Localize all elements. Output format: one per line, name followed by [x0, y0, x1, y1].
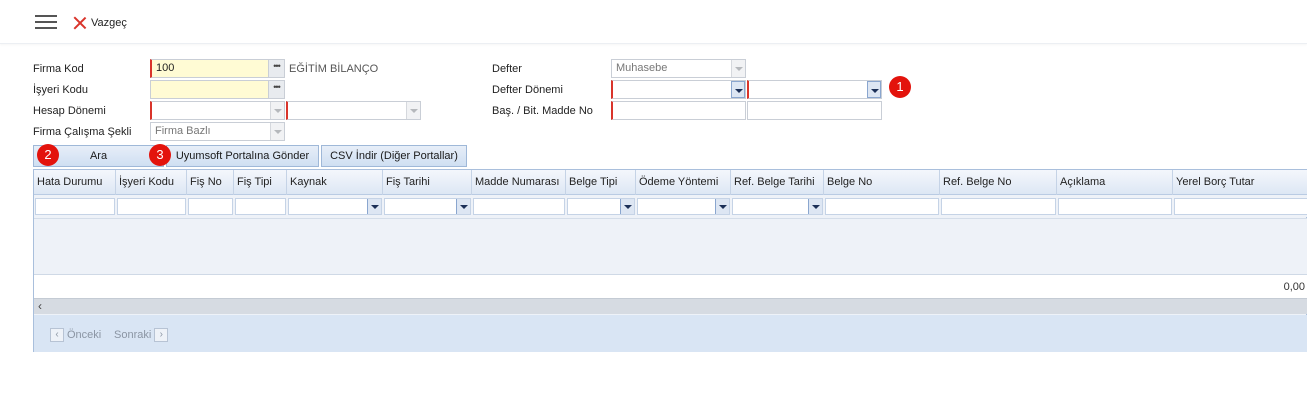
- chevron-left-icon[interactable]: ‹: [38, 299, 42, 314]
- filter-cell[interactable]: [567, 198, 635, 215]
- filter-row: [34, 195, 1307, 217]
- chevron-left-icon: ‹: [50, 327, 64, 342]
- chevron-right-icon: ›: [154, 327, 169, 342]
- bas-bit-madde-label: Baş. / Bit. Madde No: [492, 105, 593, 117]
- chevron-down-icon[interactable]: [270, 102, 284, 119]
- filter-cell[interactable]: [473, 198, 565, 215]
- filter-cell[interactable]: [825, 198, 939, 215]
- firma-kod-label: Firma Kod: [33, 63, 84, 75]
- grid-footer: 0,00: [34, 274, 1307, 298]
- column-header[interactable]: Ref. Belge No: [940, 170, 1057, 195]
- cancel-label: Vazgeç: [91, 17, 127, 29]
- column-header[interactable]: Ref. Belge Tarihi: [731, 170, 824, 195]
- calisma-sekli-label: Firma Çalışma Şekli: [33, 126, 132, 138]
- pager: ‹ Önceki Sonraki ›: [34, 315, 1307, 352]
- hesap-donemi-label: Hesap Dönemi: [33, 105, 106, 117]
- csv-button-label: CSV İndir (Diğer Portallar): [330, 150, 458, 162]
- chevron-down-icon[interactable]: [731, 60, 745, 77]
- chevron-down-icon[interactable]: [456, 199, 470, 214]
- step-badge-2: 2: [37, 144, 59, 166]
- lookup-icon[interactable]: •••: [268, 81, 284, 98]
- column-header[interactable]: İşyeri Kodu: [116, 170, 187, 195]
- isyeri-kodu-input[interactable]: •••: [150, 80, 285, 99]
- grid-header: Hata Durumu İşyeri Kodu Fiş No Fiş Tipi …: [34, 170, 1307, 195]
- cancel-button[interactable]: Vazgeç: [73, 14, 127, 32]
- filter-cell[interactable]: [235, 198, 286, 215]
- isyeri-kodu-label: İşyeri Kodu: [33, 84, 89, 96]
- bas-madde-no-input[interactable]: [611, 101, 746, 120]
- step-badge-3: 3: [149, 144, 171, 166]
- toolbar: Vazgeç: [0, 0, 1307, 44]
- chevron-down-icon[interactable]: [270, 123, 284, 140]
- menu-icon[interactable]: [35, 15, 57, 31]
- close-icon: [73, 16, 87, 30]
- filter-cell[interactable]: [117, 198, 186, 215]
- column-header[interactable]: Fiş No: [187, 170, 234, 195]
- calisma-sekli-select[interactable]: Firma Bazlı: [150, 122, 285, 141]
- filter-cell[interactable]: [941, 198, 1056, 215]
- column-header[interactable]: Ödeme Yöntemi: [636, 170, 731, 195]
- chevron-down-icon[interactable]: [715, 199, 729, 214]
- column-header[interactable]: Madde Numarası: [472, 170, 566, 195]
- defter-select[interactable]: Muhasebe: [611, 59, 746, 78]
- firma-kod-input[interactable]: 100 •••: [150, 59, 285, 78]
- hesap-donemi-start-select[interactable]: [150, 101, 285, 120]
- chevron-down-icon[interactable]: [406, 102, 420, 119]
- filter-cell[interactable]: [384, 198, 471, 215]
- horizontal-scrollbar[interactable]: ‹: [34, 298, 1307, 314]
- firma-kod-value: 100: [156, 62, 175, 74]
- uyumsoft-send-button[interactable]: Uyumsoft Portalına Gönder: [166, 145, 319, 167]
- column-header[interactable]: Hata Durumu: [34, 170, 116, 195]
- pager-prev-label: Önceki: [67, 328, 102, 341]
- calisma-sekli-value: Firma Bazlı: [155, 125, 211, 137]
- bit-madde-no-input[interactable]: [747, 101, 882, 120]
- column-header[interactable]: Kaynak: [287, 170, 383, 195]
- results-grid: Hata Durumu İşyeri Kodu Fiş No Fiş Tipi …: [33, 169, 1307, 352]
- column-header[interactable]: Belge Tipi: [566, 170, 636, 195]
- column-header[interactable]: Belge No: [824, 170, 940, 195]
- chevron-down-icon[interactable]: [867, 81, 881, 98]
- pager-next-button[interactable]: Sonraki ›: [114, 327, 169, 342]
- filter-cell[interactable]: [188, 198, 233, 215]
- chevron-down-icon[interactable]: [731, 81, 745, 98]
- filter-cell[interactable]: [288, 198, 382, 215]
- firma-name: EĞİTİM BİLANÇO: [289, 63, 379, 75]
- defter-donemi-label: Defter Dönemi: [492, 84, 563, 96]
- lookup-icon[interactable]: •••: [268, 60, 284, 77]
- hesap-donemi-end-select[interactable]: [286, 101, 421, 120]
- column-header[interactable]: Fiş Tarihi: [383, 170, 472, 195]
- filter-cell[interactable]: [637, 198, 730, 215]
- pager-next-label: Sonraki: [114, 328, 152, 341]
- defter-value: Muhasebe: [616, 62, 668, 74]
- filter-cell[interactable]: [732, 198, 823, 215]
- filter-cell[interactable]: [35, 198, 115, 215]
- footer-total: 0,00: [1283, 281, 1305, 293]
- chevron-down-icon[interactable]: [620, 199, 634, 214]
- defter-donemi-end-select[interactable]: [747, 80, 882, 99]
- column-header[interactable]: Açıklama: [1057, 170, 1173, 195]
- ara-button-label: Ara: [89, 150, 108, 162]
- chevron-down-icon[interactable]: [367, 199, 381, 214]
- defter-donemi-start-select[interactable]: [611, 80, 746, 99]
- uyumsoft-button-label: Uyumsoft Portalına Gönder: [175, 150, 310, 162]
- step-badge-1: 1: [889, 76, 911, 98]
- column-header[interactable]: Yerel Borç Tutar: [1173, 170, 1307, 195]
- filter-cell[interactable]: [1174, 198, 1307, 215]
- defter-label: Defter: [492, 63, 522, 75]
- column-header[interactable]: Fiş Tipi: [234, 170, 287, 195]
- chevron-down-icon[interactable]: [808, 199, 822, 214]
- grid-body: [34, 218, 1307, 274]
- csv-download-button[interactable]: CSV İndir (Diğer Portallar): [321, 145, 467, 167]
- pager-prev-button[interactable]: ‹ Önceki: [50, 327, 101, 342]
- filter-cell[interactable]: [1058, 198, 1172, 215]
